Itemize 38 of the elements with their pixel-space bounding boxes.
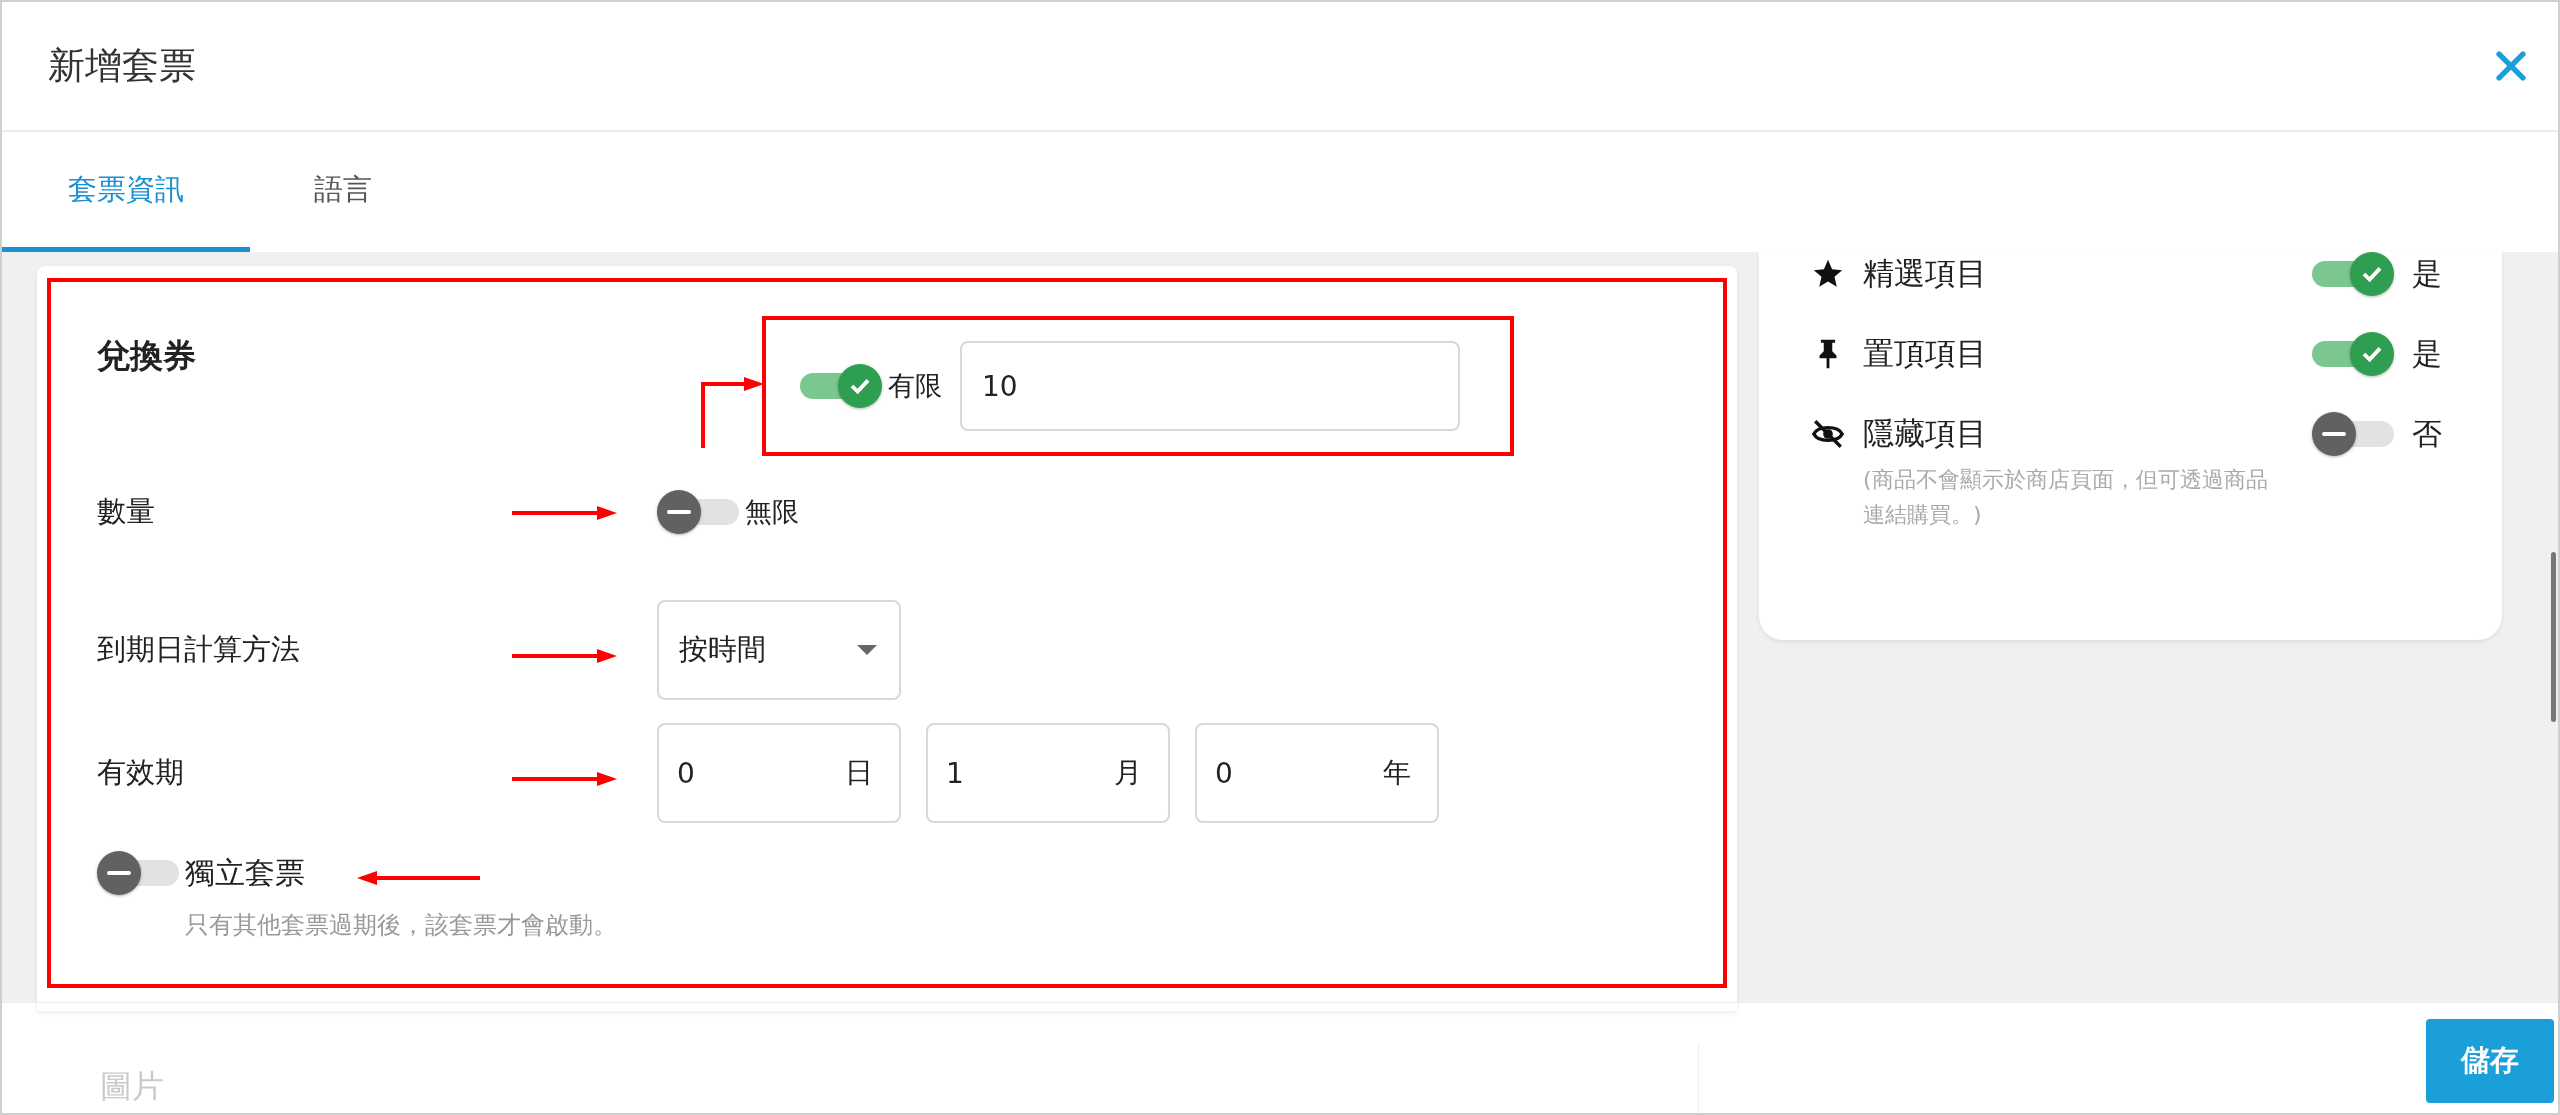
toggle-switch[interactable] bbox=[800, 364, 882, 408]
toggle-switch[interactable] bbox=[2312, 252, 2394, 296]
section-title: 兌換券 bbox=[97, 335, 197, 377]
close-icon[interactable] bbox=[2494, 49, 2528, 83]
caret-icon bbox=[857, 645, 877, 655]
toggle-label: 否 bbox=[2412, 414, 2442, 453]
minus-icon bbox=[2322, 432, 2346, 436]
quantity-field[interactable]: 10 bbox=[960, 341, 1460, 431]
eye-slash-icon bbox=[1811, 417, 1845, 451]
unit-label: 日 bbox=[845, 755, 873, 791]
unit-label: 年 bbox=[1383, 755, 1411, 791]
toggle-switch[interactable] bbox=[657, 490, 739, 534]
option-label: 隱藏項目 bbox=[1863, 414, 1988, 453]
toggle-label: 無限 bbox=[745, 495, 799, 529]
minus-icon bbox=[667, 510, 691, 514]
option-label: 精選項目 bbox=[1863, 254, 1988, 293]
field-label: 數量 bbox=[97, 493, 155, 530]
dropdown[interactable]: 按時間 bbox=[657, 600, 901, 700]
toggle-switch[interactable] bbox=[2312, 412, 2394, 456]
toggle-label: 是 bbox=[2412, 254, 2442, 293]
toggle-switch[interactable] bbox=[97, 851, 179, 895]
option-label: 置頂項目 bbox=[1863, 334, 1988, 373]
unit-label: 月 bbox=[1114, 755, 1142, 791]
number-field[interactable]: 0 日 bbox=[657, 723, 901, 823]
hint-text: (商品不會顯示於商店頁面，但可透過商品連結購買。) bbox=[1863, 466, 2268, 530]
toggle-label: 有限 bbox=[888, 369, 942, 403]
field-label: 有效期 bbox=[97, 754, 184, 791]
toggle-switch[interactable] bbox=[2312, 332, 2394, 376]
dialog-title: 新增套票 bbox=[48, 43, 196, 89]
toggle-label: 獨立套票 bbox=[185, 853, 305, 892]
tab[interactable]: 語言 bbox=[250, 132, 436, 252]
minus-icon bbox=[107, 871, 131, 875]
scrollbar[interactable] bbox=[2551, 552, 2556, 722]
number-field[interactable]: 0 年 bbox=[1195, 723, 1439, 823]
hint-text: 只有其他套票過期後，該套票才會啟動。 bbox=[185, 910, 618, 941]
number-field[interactable]: 1 月 bbox=[926, 723, 1170, 823]
field-label: 到期日計算方法 bbox=[97, 631, 300, 668]
toggle-label: 是 bbox=[2412, 334, 2442, 373]
